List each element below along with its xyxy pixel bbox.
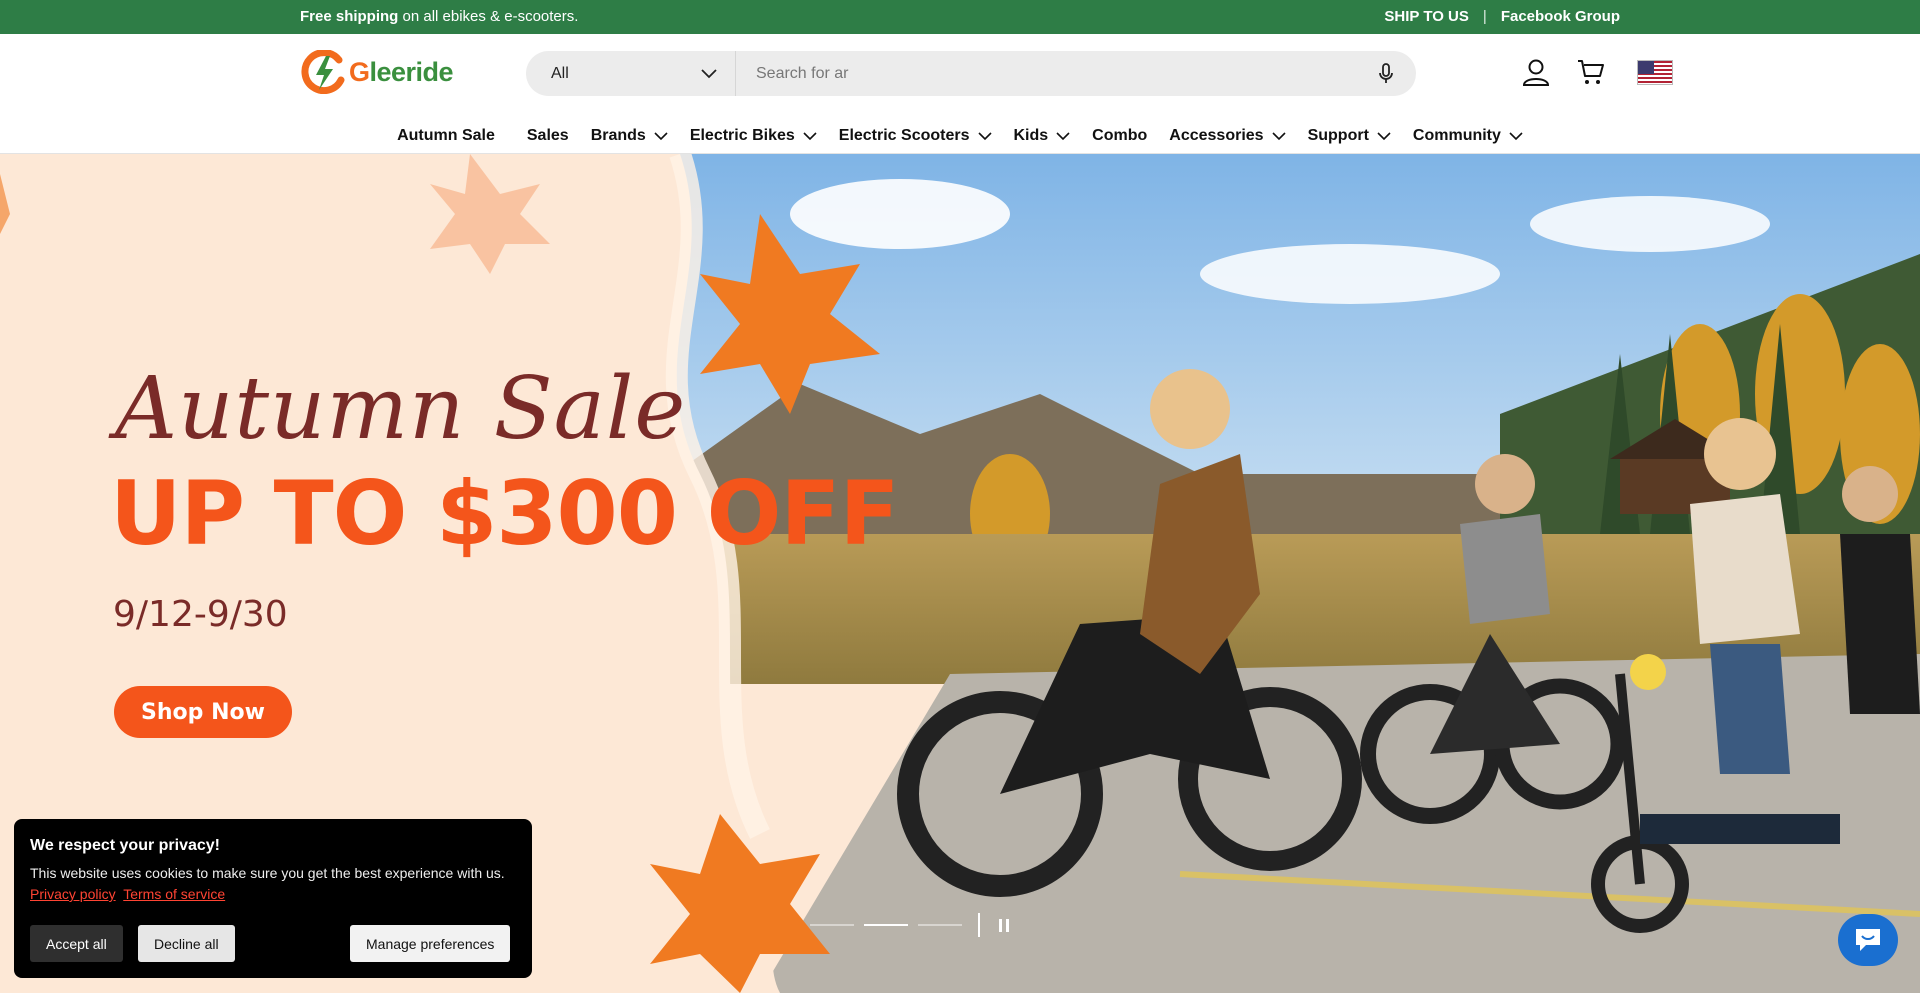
facebook-group-link[interactable]: Facebook Group	[1501, 8, 1620, 25]
chevron-down-icon	[1056, 131, 1070, 140]
nav-item-label: Electric Scooters	[838, 127, 970, 144]
nav-item-electric-bikes[interactable]: Electric Bikes	[679, 122, 828, 150]
nav-item-label: Sales	[526, 127, 569, 144]
slider-pause-button[interactable]	[996, 917, 1012, 933]
shipping-message-bold: Free shipping	[300, 8, 399, 25]
chevron-down-icon	[803, 131, 817, 140]
slider-controls	[810, 910, 1012, 940]
accept-all-button[interactable]: Accept all	[30, 925, 123, 962]
nav-item-autumn-sale[interactable]: Autumn Sale	[386, 122, 506, 150]
chat-icon	[1856, 929, 1880, 951]
nav-item-community[interactable]: Community	[1402, 122, 1534, 150]
slider-divider	[978, 913, 980, 937]
logo[interactable]: Gleeride	[299, 50, 454, 94]
voice-search-button[interactable]	[1356, 62, 1416, 85]
shop-now-button[interactable]: Shop Now	[114, 686, 292, 738]
us-flag-icon[interactable]	[1637, 60, 1673, 85]
search-bar: All	[526, 51, 1416, 96]
terms-of-service-link[interactable]: Terms of service	[123, 886, 225, 902]
cookie-text: This website uses cookies to make sure y…	[30, 865, 505, 881]
shipping-message: Free shipping on all ebikes & e-scooters…	[300, 8, 578, 25]
announcement-links: SHIP TO US | Facebook Group	[1384, 8, 1620, 25]
chevron-down-icon	[977, 131, 992, 140]
slider-dot[interactable]	[810, 924, 854, 926]
nav-item-label: Autumn Sale	[397, 127, 495, 144]
chevron-down-icon	[1272, 131, 1286, 140]
logo-text-g: G	[349, 56, 370, 87]
manage-preferences-button[interactable]: Manage preferences	[350, 925, 511, 962]
pause-icon	[999, 918, 1002, 932]
nav-item-sales[interactable]: Sales	[516, 122, 580, 150]
hero-dates: 9/12-9/30	[113, 594, 288, 635]
logo-mark-icon	[301, 50, 345, 94]
cookie-title: We respect your privacy!	[30, 837, 221, 854]
hero-offer: UP TO $300 OFF	[110, 462, 900, 565]
search-input[interactable]	[736, 51, 1356, 96]
nav-item-label: Electric Bikes	[689, 127, 795, 144]
microphone-icon	[1379, 62, 1393, 83]
nav-item-accessories[interactable]: Accessories	[1158, 122, 1296, 150]
slider-dots	[810, 924, 962, 926]
hero-title: Autumn Sale	[115, 359, 687, 459]
slider-dot[interactable]	[918, 924, 962, 926]
ship-to-link[interactable]: SHIP TO US	[1384, 8, 1468, 25]
chevron-down-icon	[701, 68, 717, 78]
chevron-down-icon	[654, 131, 668, 140]
slider-dot[interactable]	[864, 924, 908, 926]
site-header: Gleeride All Search for ar Autumn Sale S…	[0, 34, 1920, 154]
nav-item-brands[interactable]: Brands	[580, 122, 679, 150]
main-nav: Autumn Sale Sales Brands Electric Bikes Elec…	[0, 122, 1920, 150]
pause-icon-bar	[1006, 918, 1009, 932]
nav-item-combo[interactable]: Combo	[1081, 122, 1158, 150]
cookie-links: Privacy policy Terms of service	[30, 886, 229, 902]
nav-item-label: Brands	[590, 127, 646, 144]
account-button[interactable]	[1518, 54, 1554, 90]
search-category-select[interactable]: All	[526, 51, 736, 96]
shipping-message-rest: on all ebikes & e-scooters.	[398, 8, 579, 25]
announcement-bar: Free shipping on all ebikes & e-scooters…	[0, 0, 1920, 34]
cart-button[interactable]	[1573, 54, 1609, 90]
nav-item-label: Accessories	[1169, 127, 1264, 144]
logo-text: Gleeride	[349, 56, 454, 88]
cart-icon	[1578, 60, 1604, 84]
cookie-banner: We respect your privacy! This website us…	[14, 819, 532, 978]
nav-item-support[interactable]: Support	[1297, 122, 1402, 150]
nav-item-electric-scooters[interactable]: Electric Scooters	[828, 122, 1003, 150]
privacy-policy-link[interactable]: Privacy policy	[30, 886, 116, 902]
account-icon	[1522, 59, 1550, 86]
chat-widget-button[interactable]	[1838, 914, 1898, 966]
nav-item-label: Combo	[1092, 127, 1148, 144]
announcement-separator: |	[1482, 8, 1487, 25]
decline-all-button[interactable]: Decline all	[138, 925, 235, 962]
nav-item-label: Kids	[1013, 127, 1049, 144]
chevron-down-icon	[1377, 131, 1391, 140]
chevron-down-icon	[1509, 131, 1523, 140]
search-category-value: All	[551, 64, 569, 82]
logo-text-rest: leeride	[369, 56, 454, 87]
nav-item-label: Community	[1412, 127, 1501, 144]
nav-item-kids[interactable]: Kids	[1003, 122, 1082, 150]
nav-item-label: Support	[1307, 127, 1369, 144]
